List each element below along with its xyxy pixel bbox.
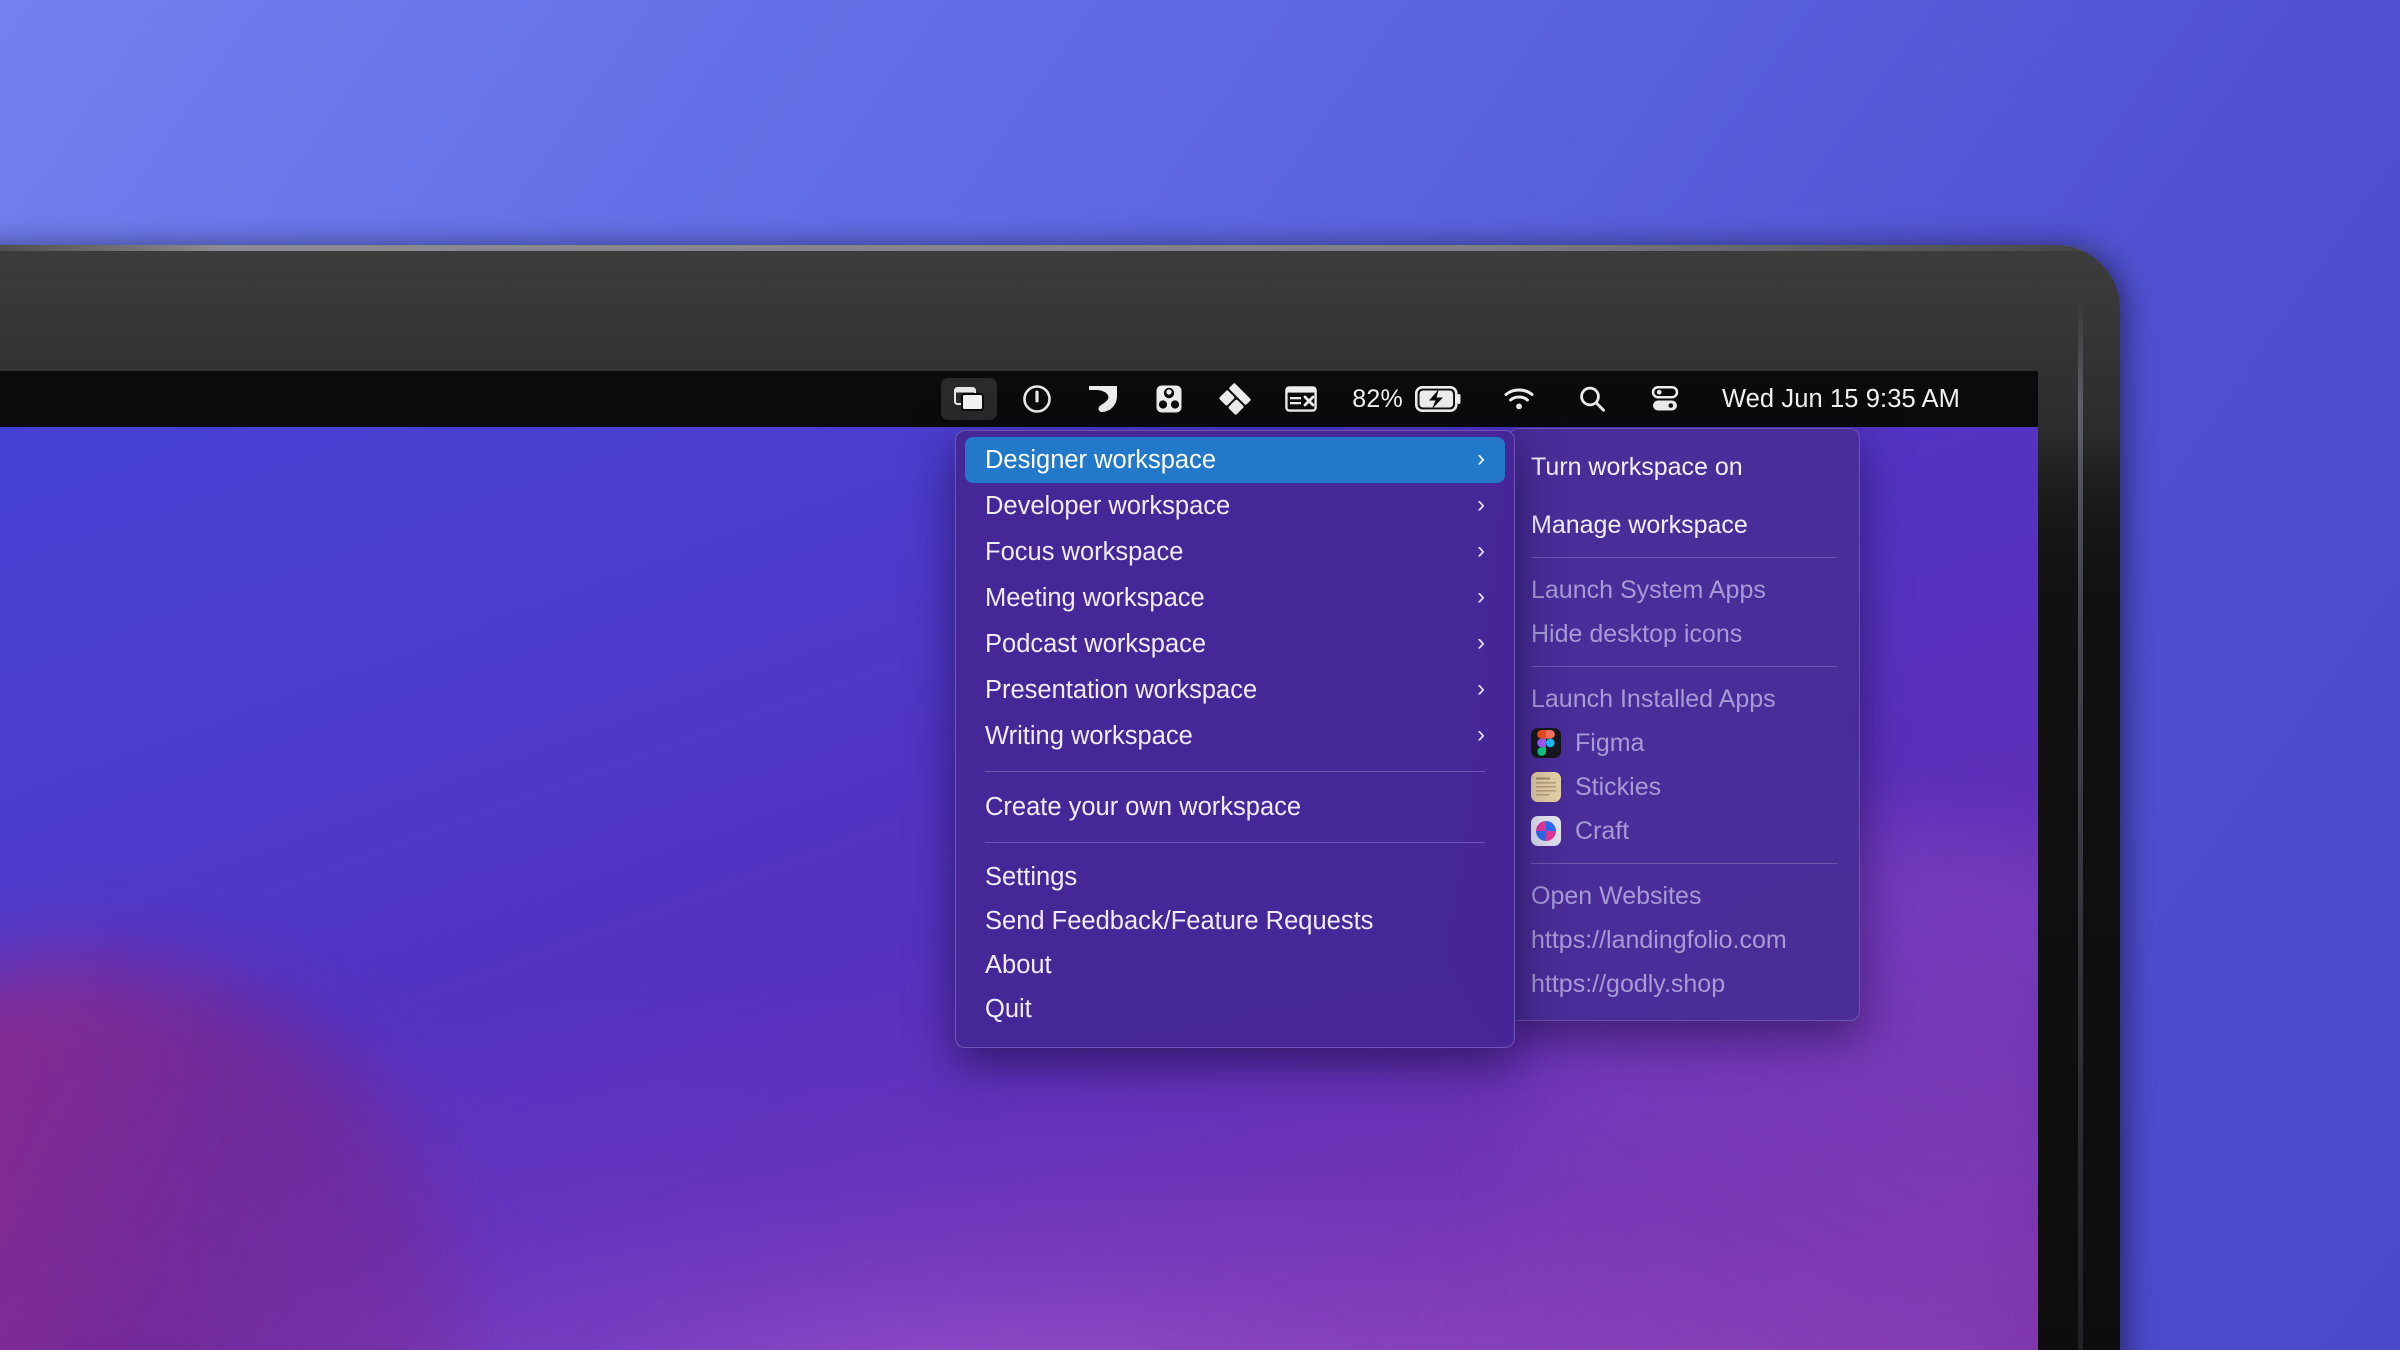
submenu-item-label: Turn workspace on (1531, 452, 1743, 481)
menu-item-podcast-workspace[interactable]: Podcast workspace › (965, 621, 1505, 667)
macos-menu-bar: 82% Wed Jun 15 9:35 AM (0, 371, 2038, 427)
menubar-power-icon[interactable] (1011, 380, 1063, 418)
submenu-item-stickies[interactable]: Stickies (1509, 765, 1859, 809)
menu-item-label: Meeting workspace (985, 583, 1205, 612)
menu-item-label: Send Feedback/Feature Requests (985, 906, 1374, 935)
submenu-item-label: Craft (1575, 816, 1630, 845)
submenu-item-label: Stickies (1575, 772, 1662, 801)
menu-item-label: Settings (985, 862, 1078, 891)
menu-item-developer-workspace[interactable]: Developer workspace › (965, 483, 1505, 529)
submenu-section-header: Open Websites (1531, 881, 1702, 910)
menubar-battery-charging-icon[interactable] (1412, 380, 1464, 418)
chevron-right-icon: › (1477, 583, 1485, 610)
workspace-dropdown-menu: Designer workspace › Developer workspace… (955, 430, 1515, 1048)
wallpaper-blob-glow (520, 1287, 1420, 1350)
submenu-spacer (1509, 489, 1859, 503)
wallpaper-blob-magenta (0, 862, 606, 1350)
menubar-clock: Wed Jun 15 9:35 AM (1721, 384, 1960, 413)
submenu-item-hide-desktop-icons[interactable]: Hide desktop icons (1509, 612, 1859, 656)
scene: 82% Wed Jun 15 9:35 AM Designer workspac… (0, 0, 2400, 1350)
menu-item-label: Developer workspace (985, 491, 1231, 520)
menu-item-writing-workspace[interactable]: Writing workspace › (965, 713, 1505, 759)
menu-item-about[interactable]: About (965, 943, 1505, 987)
menubar-bartender-icon[interactable] (1275, 380, 1327, 418)
submenu-item-label: Manage workspace (1531, 510, 1748, 539)
chevron-right-icon: › (1477, 629, 1485, 656)
menubar-magnet-window-icon[interactable] (1209, 380, 1261, 418)
menu-item-designer-workspace[interactable]: Designer workspace › (965, 437, 1505, 483)
submenu-header-launch-system-apps: Launch System Apps (1509, 568, 1859, 612)
menubar-battery-percent: 82% (1352, 384, 1403, 413)
submenu-link-landingfolio[interactable]: https://landingfolio.com (1509, 918, 1859, 962)
submenu-link-label: https://godly.shop (1531, 969, 1726, 998)
menubar-search-icon[interactable] (1566, 380, 1618, 418)
menubar-cleanshot-icon[interactable] (1077, 380, 1129, 418)
menu-divider (985, 842, 1485, 843)
submenu-header-launch-installed-apps: Launch Installed Apps (1509, 677, 1859, 721)
submenu-link-label: https://landingfolio.com (1531, 925, 1787, 954)
submenu-link-godly-shop[interactable]: https://godly.shop (1509, 962, 1859, 1006)
menubar-wifi-icon[interactable] (1493, 380, 1545, 418)
menu-item-label: Podcast workspace (985, 629, 1207, 658)
submenu-divider (1531, 557, 1837, 558)
submenu-item-label: Hide desktop icons (1531, 619, 1743, 648)
submenu-item-craft[interactable]: Craft (1509, 809, 1859, 853)
menu-item-quit[interactable]: Quit (965, 987, 1505, 1031)
menu-item-presentation-workspace[interactable]: Presentation workspace › (965, 667, 1505, 713)
menubar-window-manager-icon[interactable] (941, 378, 998, 420)
menu-divider (985, 771, 1485, 772)
menu-item-label: Designer workspace (985, 445, 1217, 474)
submenu-divider (1531, 863, 1837, 864)
menu-item-label: Create your own workspace (985, 792, 1302, 821)
figma-icon (1531, 728, 1561, 758)
menu-item-label: Quit (985, 994, 1032, 1023)
stickies-icon (1531, 772, 1561, 802)
menu-item-create-your-own-workspace[interactable]: Create your own workspace (965, 784, 1505, 830)
menu-item-focus-workspace[interactable]: Focus workspace › (965, 529, 1505, 575)
submenu-item-figma[interactable]: Figma (1509, 721, 1859, 765)
submenu-header-open-websites: Open Websites (1509, 874, 1859, 918)
menu-item-label: Writing workspace (985, 721, 1193, 750)
menu-item-send-feedback[interactable]: Send Feedback/Feature Requests (965, 899, 1505, 943)
menu-item-meeting-workspace[interactable]: Meeting workspace › (965, 575, 1505, 621)
menu-item-label: Focus workspace (985, 537, 1184, 566)
submenu-section-header: Launch System Apps (1531, 575, 1766, 604)
designer-workspace-submenu: Turn workspace on Manage workspace Launc… (1508, 428, 1860, 1021)
chevron-right-icon: › (1477, 721, 1485, 748)
submenu-divider (1531, 666, 1837, 667)
menu-item-label: About (985, 950, 1052, 979)
chevron-right-icon: › (1477, 445, 1485, 472)
chevron-right-icon: › (1477, 537, 1485, 564)
menu-item-label: Presentation workspace (985, 675, 1258, 704)
menubar-control-center-icon[interactable] (1639, 380, 1691, 418)
submenu-item-manage-workspace[interactable]: Manage workspace (1509, 503, 1859, 547)
menu-item-settings[interactable]: Settings (965, 855, 1505, 899)
menubar-audio-device-icon[interactable] (1143, 380, 1195, 418)
submenu-item-label: Figma (1575, 728, 1645, 757)
craft-icon (1531, 816, 1561, 846)
submenu-section-header: Launch Installed Apps (1531, 684, 1776, 713)
chevron-right-icon: › (1477, 491, 1485, 518)
chevron-right-icon: › (1477, 675, 1485, 702)
submenu-item-turn-workspace-on[interactable]: Turn workspace on (1509, 445, 1859, 489)
